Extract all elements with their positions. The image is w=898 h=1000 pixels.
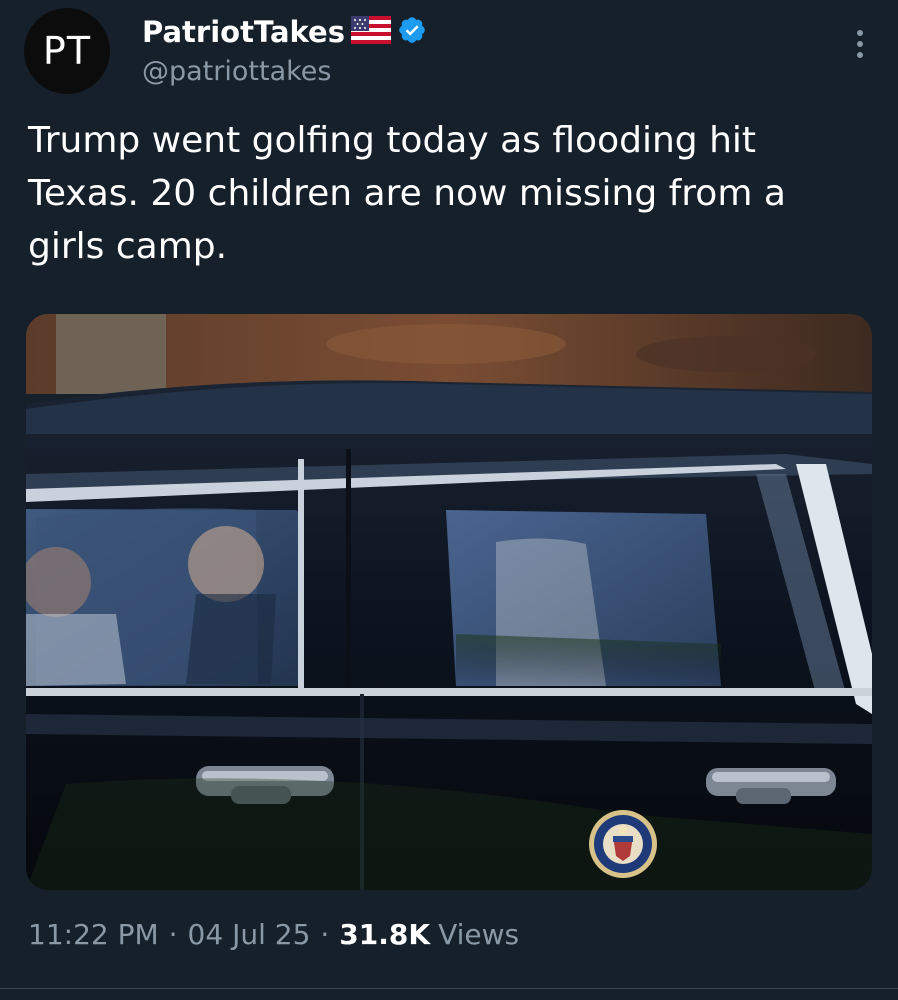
tweet-media-photo[interactable] (26, 314, 872, 890)
views-count: 31.8K (339, 918, 431, 951)
us-flag-icon (351, 16, 391, 48)
separator-dot: · (168, 918, 178, 951)
author-display-name[interactable]: PatriotTakes (142, 15, 345, 49)
views-label: Views (438, 918, 520, 951)
tweet-time[interactable]: 11:22 PM (28, 918, 159, 951)
avatar[interactable]: PT (24, 8, 110, 94)
more-options-button[interactable] (848, 24, 872, 64)
tweet-date[interactable]: 04 Jul 25 (188, 918, 311, 951)
more-dots-icon (857, 30, 863, 58)
divider (0, 988, 898, 989)
verified-badge-icon[interactable] (397, 15, 427, 49)
presidential-seal-icon (589, 810, 657, 878)
author-name-row: PatriotTakes (142, 10, 427, 54)
car-photo-image (26, 314, 872, 890)
author-handle[interactable]: @patriottakes (142, 56, 331, 87)
tweet-meta: 11:22 PM · 04 Jul 25 · 31.8K Views (28, 918, 519, 951)
tweet-text: Trump went golfing today as flooding hit… (28, 120, 786, 267)
separator-dot: · (320, 918, 330, 951)
avatar-text: PT (42, 29, 92, 73)
